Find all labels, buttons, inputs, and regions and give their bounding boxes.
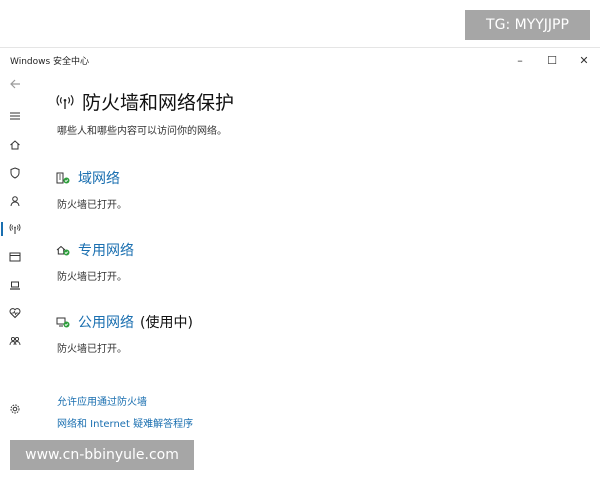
allow-app-through-firewall-link[interactable]: 允许应用通过防火墙 <box>57 393 147 408</box>
nav-device-security[interactable] <box>0 274 30 296</box>
nav-virus-protection[interactable] <box>0 162 30 184</box>
nav-rail <box>0 72 30 432</box>
family-icon <box>9 336 21 346</box>
public-network-icon <box>56 317 70 328</box>
in-use-label: (使用中) <box>140 315 193 331</box>
wifi-antenna-icon <box>56 94 74 109</box>
laptop-icon <box>10 281 20 290</box>
nav-app-browser[interactable] <box>0 246 30 268</box>
public-network-link[interactable]: 公用网络 <box>78 312 134 332</box>
hamburger-menu-icon <box>10 112 20 120</box>
network-section-private: 专用网络 防火墙已打开。 <box>56 240 134 283</box>
network-troubleshooter-link[interactable]: 网络和 Internet 疑难解答程序 <box>57 415 193 430</box>
security-center-window: Windows 安全中心 – ☐ ✕ 防火墙和网络保护 哪些人和哪些内容可以访问… <box>0 47 600 431</box>
nav-firewall[interactable] <box>0 218 30 240</box>
minimize-button[interactable]: – <box>504 48 536 72</box>
nav-device-health[interactable] <box>0 302 30 324</box>
back-button[interactable] <box>0 73 30 95</box>
heart-pulse-icon <box>9 308 21 319</box>
watermark-bottom: www.cn-bbinyule.com <box>10 440 194 470</box>
nav-home[interactable] <box>0 134 30 156</box>
menu-button[interactable] <box>0 105 30 127</box>
app-browser-icon <box>9 252 21 262</box>
wifi-antenna-icon <box>9 223 21 234</box>
home-icon <box>10 140 20 150</box>
domain-network-status: 防火墙已打开。 <box>57 200 127 211</box>
private-network-link[interactable]: 专用网络 <box>78 240 134 260</box>
settings-gear-icon <box>10 404 20 414</box>
maximize-button[interactable]: ☐ <box>536 48 568 72</box>
domain-network-icon <box>56 172 70 184</box>
network-section-public: 公用网络 (使用中) 防火墙已打开。 <box>56 312 193 355</box>
shield-icon <box>10 167 20 179</box>
close-button[interactable]: ✕ <box>568 48 600 72</box>
person-icon <box>10 196 20 207</box>
back-arrow-icon <box>10 79 20 89</box>
title-bar: Windows 安全中心 – ☐ ✕ <box>0 48 600 72</box>
nav-account-protection[interactable] <box>0 190 30 212</box>
page-title: 防火墙和网络保护 <box>82 92 235 114</box>
window-title: Windows 安全中心 <box>10 56 90 67</box>
private-network-icon <box>56 245 70 256</box>
main-content: 防火墙和网络保护 哪些人和哪些内容可以访问你的网络。 域网络 防火墙已打开。 专… <box>30 72 600 431</box>
page-subtitle: 哪些人和哪些内容可以访问你的网络。 <box>57 126 227 137</box>
screenshot: Windows 安全中心 – ☐ ✕ 防火墙和网络保护 哪些人和哪些内容可以访问… <box>0 0 600 480</box>
nav-family-options[interactable] <box>0 330 30 352</box>
private-network-status: 防火墙已打开。 <box>57 272 127 283</box>
watermark-top: TG: MYYJJPP <box>465 10 590 40</box>
public-network-status: 防火墙已打开。 <box>57 344 127 355</box>
nav-settings[interactable] <box>0 398 30 420</box>
page-header: 防火墙和网络保护 <box>56 88 234 115</box>
domain-network-link[interactable]: 域网络 <box>78 168 120 188</box>
network-section-domain: 域网络 防火墙已打开。 <box>56 168 127 211</box>
